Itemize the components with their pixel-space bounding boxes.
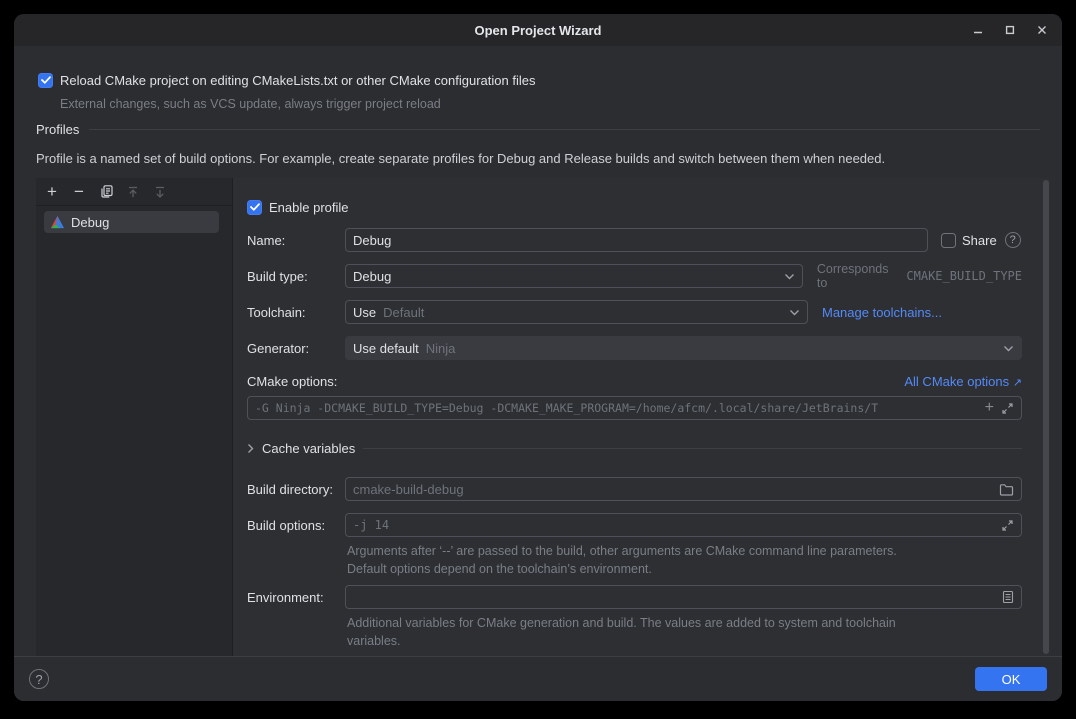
chevron-down-icon [1003, 345, 1014, 352]
ok-button[interactable]: OK [975, 667, 1047, 691]
profile-list-panel: + − [36, 178, 233, 656]
section-divider [363, 448, 1022, 449]
manage-toolchains-link[interactable]: Manage toolchains... [822, 305, 942, 320]
cache-variables-toggle[interactable]: Cache variables [247, 439, 1022, 457]
toolchain-row: Toolchain: Use Default Manage toolchains… [247, 300, 1022, 324]
close-icon[interactable] [1026, 14, 1058, 46]
window-title: Open Project Wizard [474, 23, 601, 38]
folder-icon[interactable] [999, 483, 1014, 496]
build-options-value: -j 14 [353, 518, 994, 532]
cmake-options-input[interactable]: -G Ninja -DCMAKE_BUILD_TYPE=Debug -DCMAK… [247, 396, 1022, 420]
build-options-label: Build options: [247, 518, 345, 533]
cmake-options-header-row: CMake options: All CMake options ↗ [247, 372, 1022, 390]
environment-hint: Additional variables for CMake generatio… [347, 614, 903, 650]
maximize-icon[interactable] [994, 14, 1026, 46]
build-options-row: Build options: -j 14 [247, 513, 1022, 537]
build-type-note: Corresponds to [817, 262, 902, 290]
reload-cmake-hint: External changes, such as VCS update, al… [60, 95, 441, 113]
add-profile-icon[interactable]: + [44, 184, 60, 200]
toolchain-prefix: Use [353, 305, 376, 320]
chevron-down-icon [789, 309, 800, 316]
help-icon[interactable]: ? [29, 669, 49, 689]
environment-label: Environment: [247, 590, 345, 605]
build-type-value: Debug [353, 269, 391, 284]
remove-profile-icon[interactable]: − [71, 184, 87, 200]
profiles-split-area: + − [36, 178, 1050, 656]
chevron-down-icon [784, 273, 795, 280]
cmake-options-value: -G Ninja -DCMAKE_BUILD_TYPE=Debug -DCMAK… [255, 401, 978, 415]
toolchain-select[interactable]: Use Default [345, 300, 808, 324]
checkmark-icon [41, 76, 51, 84]
reload-cmake-label: Reload CMake project on editing CMakeLis… [60, 73, 535, 88]
build-type-label: Build type: [247, 269, 345, 284]
cmake-options-label: CMake options: [247, 374, 337, 389]
profile-form-panel: Enable profile Name: Share ? Build type:… [233, 178, 1050, 656]
form-scrollbar[interactable] [1043, 180, 1049, 654]
expand-field-icon[interactable] [1001, 519, 1014, 532]
profile-list-item-debug[interactable]: Debug [44, 211, 219, 233]
cmake-icon [50, 215, 65, 230]
cmake-options-field-row: -G Ninja -DCMAKE_BUILD_TYPE=Debug -DCMAK… [247, 396, 1022, 420]
reload-cmake-option: Reload CMake project on editing CMakeLis… [38, 70, 535, 90]
share-checkbox[interactable] [941, 233, 956, 248]
minimize-icon[interactable] [962, 14, 994, 46]
build-type-note-code: CMAKE_BUILD_TYPE [906, 269, 1022, 283]
share-help-icon[interactable]: ? [1005, 232, 1021, 248]
generator-select[interactable]: Use default Ninja [345, 336, 1022, 360]
enable-profile-label: Enable profile [269, 200, 349, 215]
all-cmake-options-link[interactable]: All CMake options ↗ [904, 374, 1022, 389]
generator-row: Generator: Use default Ninja [247, 336, 1022, 360]
toolchain-value: Default [383, 305, 424, 320]
open-project-wizard-dialog: Open Project Wizard Reload CMake project… [14, 14, 1062, 701]
build-options-hint: Arguments after ‘--’ are passed to the b… [347, 542, 897, 578]
enable-profile-row: Enable profile [247, 197, 1022, 217]
generator-label: Generator: [247, 341, 345, 356]
environment-row: Environment: [247, 585, 1022, 609]
profiles-section-header: Profiles [36, 120, 1040, 138]
chevron-right-icon [247, 443, 254, 454]
move-up-icon[interactable] [125, 184, 141, 200]
variables-list-icon[interactable] [1002, 590, 1014, 604]
build-directory-label: Build directory: [247, 482, 345, 497]
section-divider [89, 129, 1040, 130]
build-directory-input[interactable]: cmake-build-debug [345, 477, 1022, 501]
build-directory-row: Build directory: cmake-build-debug [247, 477, 1022, 501]
add-option-icon[interactable]: + [985, 401, 994, 415]
generator-value: Ninja [426, 341, 456, 356]
name-row: Name: Share ? [247, 228, 1022, 252]
name-label: Name: [247, 233, 345, 248]
profile-list-toolbar: + − [36, 178, 232, 206]
build-type-select[interactable]: Debug [345, 264, 803, 288]
profile-item-label: Debug [71, 215, 109, 230]
build-directory-value: cmake-build-debug [353, 482, 992, 497]
dialog-footer: ? OK [14, 656, 1062, 701]
build-type-row: Build type: Debug Corresponds to CMAKE_B… [247, 264, 1022, 288]
reload-cmake-checkbox[interactable] [38, 73, 53, 88]
name-input[interactable] [345, 228, 928, 252]
enable-profile-checkbox[interactable] [247, 200, 262, 215]
environment-input[interactable] [345, 585, 1022, 609]
copy-profile-icon[interactable] [98, 184, 114, 200]
profiles-description: Profile is a named set of build options.… [36, 151, 885, 166]
window-controls [962, 14, 1058, 46]
cache-variables-label: Cache variables [262, 441, 355, 456]
expand-field-icon[interactable] [1001, 402, 1014, 415]
checkmark-icon [250, 203, 260, 211]
move-down-icon[interactable] [152, 184, 168, 200]
external-link-icon: ↗ [1013, 377, 1022, 389]
toolchain-label: Toolchain: [247, 305, 345, 320]
titlebar[interactable]: Open Project Wizard [14, 14, 1062, 46]
generator-prefix: Use default [353, 341, 419, 356]
build-options-input[interactable]: -j 14 [345, 513, 1022, 537]
profiles-section-title: Profiles [36, 122, 79, 137]
share-label: Share [962, 233, 997, 248]
